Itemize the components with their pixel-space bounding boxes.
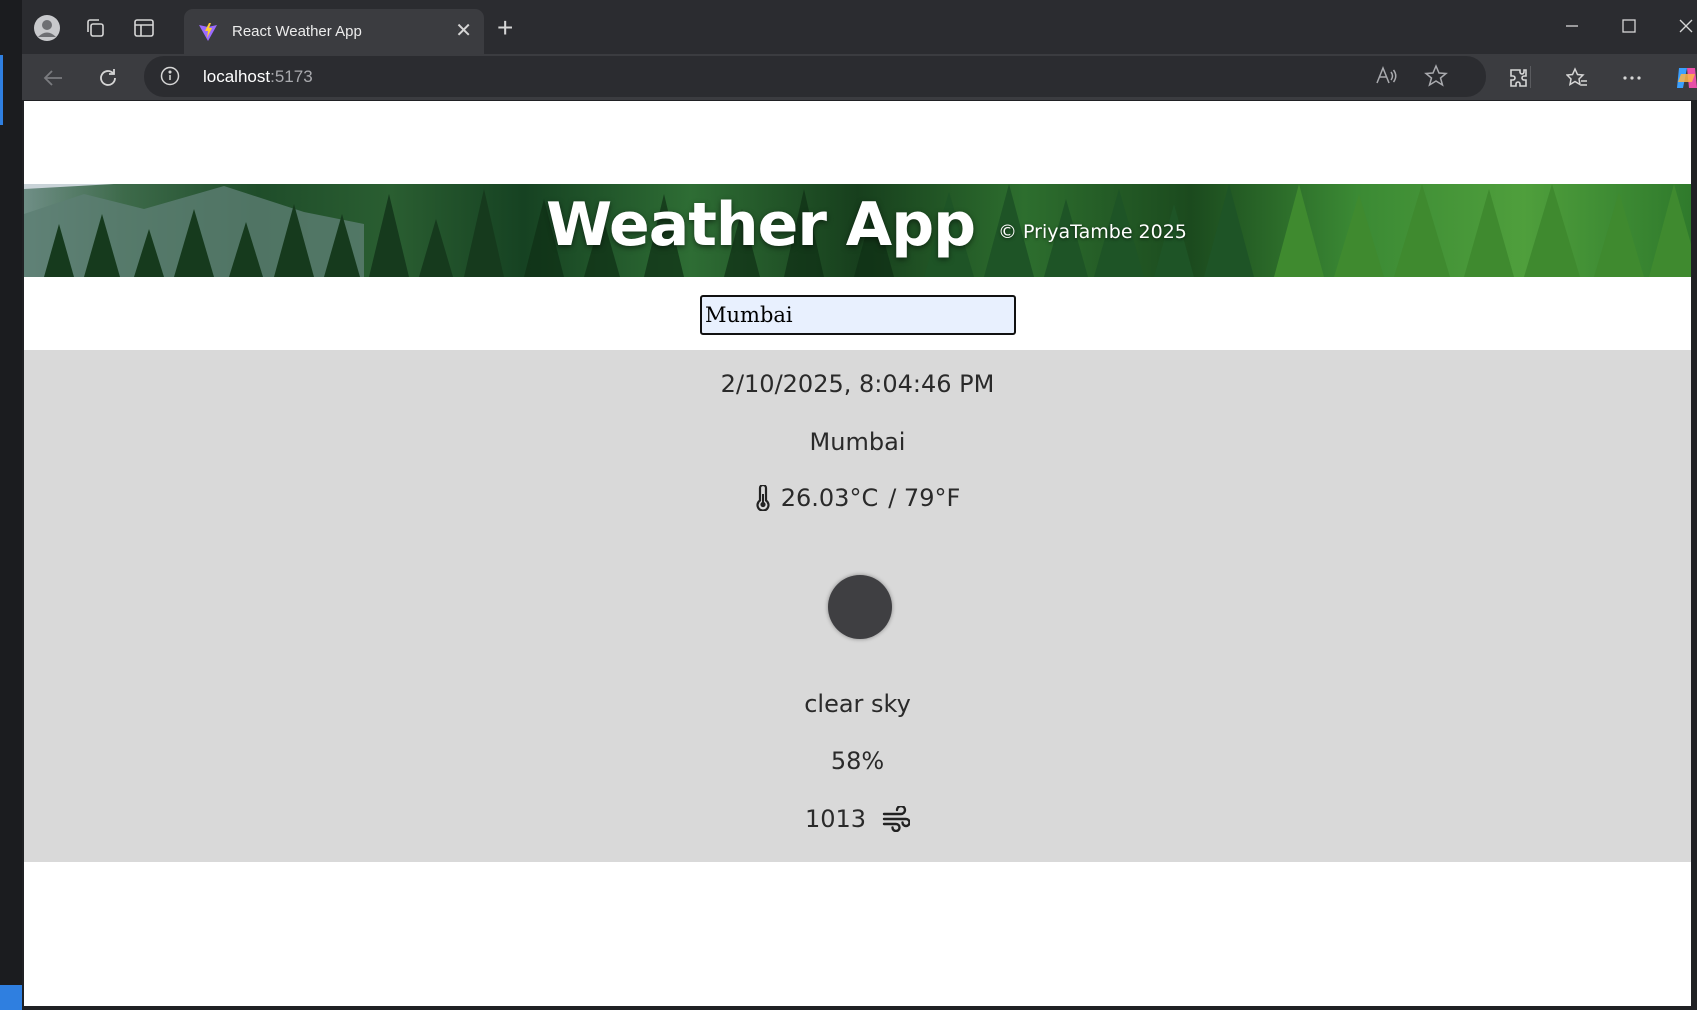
favorite-star-icon[interactable] xyxy=(1424,64,1448,88)
maximize-icon[interactable] xyxy=(1609,10,1649,42)
copilot-icon[interactable] xyxy=(1670,61,1697,95)
wind-icon xyxy=(882,806,911,832)
pressure-value: 1013 xyxy=(804,805,867,833)
city-search-input[interactable] xyxy=(700,295,1016,335)
weather-datetime: 2/10/2025, 8:04:46 PM xyxy=(720,370,995,398)
taskbar-start-edge xyxy=(0,985,22,1010)
forest-banner: Weather App © PriyaTambe 2025 xyxy=(24,184,1691,277)
app-credit: © PriyaTambe 2025 xyxy=(998,221,1187,243)
weather-panel: 2/10/2025, 8:04:46 PM Mumbai 26.03°C / 7… xyxy=(24,350,1691,862)
read-aloud-icon[interactable] xyxy=(1374,64,1398,88)
profile-icon[interactable] xyxy=(32,13,62,43)
more-options-icon[interactable] xyxy=(1615,61,1649,95)
desktop-taskbar-edge xyxy=(0,0,22,1010)
close-window-icon[interactable] xyxy=(1666,10,1697,42)
temp-fahrenheit: / 79°F xyxy=(888,484,961,512)
favorites-icon[interactable] xyxy=(1560,61,1594,95)
weather-pressure: 1013 xyxy=(24,805,1691,833)
minimize-icon[interactable] xyxy=(1552,10,1592,42)
workspaces-icon[interactable] xyxy=(80,13,110,43)
clear-sky-night-icon xyxy=(828,575,892,639)
thermometer-icon xyxy=(756,485,770,511)
weather-city: Mumbai xyxy=(809,428,906,456)
weather-humidity: 58% xyxy=(830,747,885,775)
site-info-icon[interactable] xyxy=(160,66,180,86)
vertical-tabs-icon[interactable] xyxy=(129,13,159,43)
url-text: localhost:5173 xyxy=(203,67,313,86)
page-viewport: Weather App © PriyaTambe 2025 2/10/2025,… xyxy=(24,101,1691,1006)
taskbar-active-indicator xyxy=(0,55,3,125)
app-title: Weather App xyxy=(546,190,976,260)
vite-favicon-icon xyxy=(199,22,217,41)
tab-react-weather-app[interactable]: React Weather App ✕ xyxy=(184,9,484,54)
tab-title: React Weather App xyxy=(232,23,362,40)
browser-toolbar: localhost:5173 xyxy=(22,54,1697,100)
browser-titlebar: React Weather App ✕ + xyxy=(22,0,1697,54)
tab-close-icon[interactable]: ✕ xyxy=(455,20,472,40)
back-icon[interactable] xyxy=(36,61,70,95)
address-bar[interactable]: localhost:5173 xyxy=(144,56,1486,97)
new-tab-icon[interactable]: + xyxy=(497,14,513,42)
weather-description: clear sky xyxy=(804,690,911,718)
toolbar-divider xyxy=(1530,66,1531,88)
temp-celsius: 26.03°C xyxy=(780,484,879,512)
weather-temperature: 26.03°C / 79°F xyxy=(24,484,1691,512)
reload-icon[interactable] xyxy=(91,61,125,95)
